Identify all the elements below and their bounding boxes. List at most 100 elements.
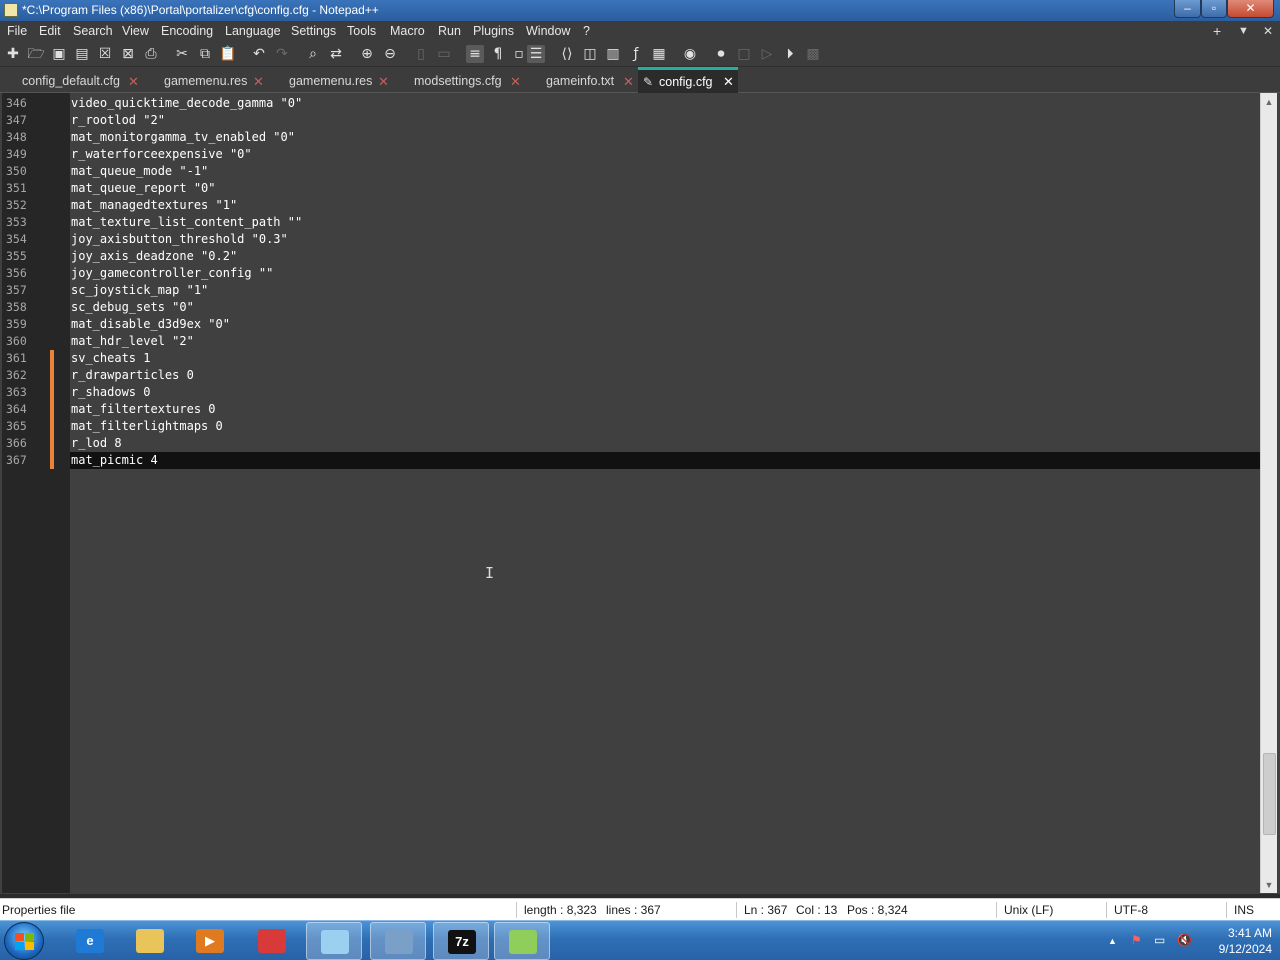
zoom-in-icon[interactable]: ⊕: [358, 45, 376, 63]
line-text[interactable]: mat_picmic 4: [71, 452, 158, 469]
menu-tools[interactable]: Tools: [347, 24, 376, 38]
code-line[interactable]: 364 mat_filtertextures 0: [0, 401, 1258, 418]
code-line[interactable]: 348 mat_monitorgamma_tv_enabled "0": [0, 129, 1258, 146]
menu-language[interactable]: Language: [225, 24, 281, 38]
line-text[interactable]: mat_managedtextures "1": [71, 197, 237, 214]
menu-search[interactable]: Search: [73, 24, 113, 38]
taskbar-notepadpp-app[interactable]: [494, 922, 550, 960]
line-text[interactable]: mat_queue_report "0": [71, 180, 216, 197]
code-line[interactable]: 354 joy_axisbutton_threshold "0.3": [0, 231, 1258, 248]
line-text[interactable]: r_drawparticles 0: [71, 367, 194, 384]
tab-config-cfg[interactable]: ✎ config.cfg ✕: [638, 67, 738, 93]
monitoring-icon[interactable]: ◉: [681, 45, 699, 63]
network-icon[interactable]: ▭: [1154, 933, 1165, 947]
menu-help[interactable]: ?: [583, 24, 590, 38]
menu-file[interactable]: File: [7, 24, 27, 38]
code-line[interactable]: 367 mat_picmic 4: [0, 452, 1260, 469]
taskbar-mail-app[interactable]: [244, 922, 300, 960]
line-text[interactable]: joy_axis_deadzone "0.2": [71, 248, 237, 265]
paste-icon[interactable]: 📋: [219, 45, 237, 63]
indent-guide-icon[interactable]: ▫: [510, 45, 528, 63]
tab-gameinfo-txt[interactable]: gameinfo.txt ✕: [532, 70, 637, 93]
close-icon[interactable]: ☒: [96, 45, 114, 63]
word-wrap-icon[interactable]: ≡: [466, 45, 484, 63]
code-line[interactable]: 359 mat_disable_d3d9ex "0": [0, 316, 1258, 333]
code-line[interactable]: 365 mat_filterlightmaps 0: [0, 418, 1258, 435]
close-all-icon[interactable]: ⊠: [119, 45, 137, 63]
function-list-icon[interactable]: ☰: [527, 45, 545, 63]
action-center-icon[interactable]: ⚑: [1131, 933, 1142, 947]
menu-view[interactable]: View: [122, 24, 149, 38]
start-button[interactable]: [4, 922, 44, 960]
menu-edit[interactable]: Edit: [39, 24, 61, 38]
tab-gamemenu-res[interactable]: gamemenu.res ✕: [150, 70, 268, 93]
playback-macro-icon[interactable]: ▷: [758, 45, 776, 63]
line-text[interactable]: mat_filtertextures 0: [71, 401, 216, 418]
tab-list-button[interactable]: ▼: [1238, 25, 1249, 37]
status-eol[interactable]: Unix (LF): [1004, 903, 1053, 917]
tab-close-icon[interactable]: ✕: [128, 70, 139, 93]
line-text[interactable]: mat_filterlightmaps 0: [71, 418, 223, 435]
code-line[interactable]: 361 sv_cheats 1: [0, 350, 1258, 367]
copy-icon[interactable]: ⧉: [196, 45, 214, 63]
cut-icon[interactable]: ✂: [173, 45, 191, 63]
xml-tag-icon[interactable]: ⟨⟩: [558, 45, 576, 63]
run-macro-multiple-icon[interactable]: ⏵: [781, 45, 799, 63]
code-line[interactable]: 346 video_quicktime_decode_gamma "0": [0, 95, 1258, 112]
show-all-characters-icon[interactable]: ¶: [489, 45, 507, 63]
line-text[interactable]: mat_monitorgamma_tv_enabled "0": [71, 129, 295, 146]
new-tab-button[interactable]: +: [1213, 23, 1221, 39]
volume-muted-icon[interactable]: 🔇: [1177, 933, 1192, 947]
folder-workspace-icon[interactable]: ▦: [650, 45, 668, 63]
vertical-scrollbar[interactable]: ▲ ▼: [1260, 93, 1277, 893]
line-text[interactable]: sc_debug_sets "0": [71, 299, 194, 316]
status-encoding[interactable]: UTF-8: [1114, 903, 1148, 917]
menu-settings[interactable]: Settings: [291, 24, 336, 38]
line-text[interactable]: video_quicktime_decode_gamma "0": [71, 95, 302, 112]
save-icon[interactable]: ▣: [50, 45, 68, 63]
tab-modsettings-cfg[interactable]: modsettings.cfg ✕: [400, 70, 524, 93]
tab-config-default-cfg[interactable]: config_default.cfg ✕: [10, 70, 143, 93]
sync-horizontal-icon[interactable]: ▭: [435, 45, 453, 63]
code-line[interactable]: 347 r_rootlod "2": [0, 112, 1258, 129]
code-line[interactable]: 349 r_waterforceexpensive "0": [0, 146, 1258, 163]
tab-close-icon[interactable]: ✕: [378, 70, 389, 93]
replace-icon[interactable]: ⇄: [327, 45, 345, 63]
line-text[interactable]: r_waterforceexpensive "0": [71, 146, 252, 163]
line-text[interactable]: r_shadows 0: [71, 384, 150, 401]
line-text[interactable]: sv_cheats 1: [71, 350, 150, 367]
code-line[interactable]: 356 joy_gamecontroller_config "": [0, 265, 1258, 282]
find-icon[interactable]: ⌕: [304, 45, 322, 63]
code-line[interactable]: 363 r_shadows 0: [0, 384, 1258, 401]
redo-icon[interactable]: ↷: [273, 45, 291, 63]
document-list-icon[interactable]: ▥: [604, 45, 622, 63]
document-map-icon[interactable]: ◫: [581, 45, 599, 63]
code-line[interactable]: 355 joy_axis_deadzone "0.2": [0, 248, 1258, 265]
line-text[interactable]: mat_hdr_level "2": [71, 333, 194, 350]
minimize-button[interactable]: –: [1174, 0, 1201, 18]
save-all-icon[interactable]: ▤: [73, 45, 91, 63]
code-line[interactable]: 350 mat_queue_mode "-1": [0, 163, 1258, 180]
record-macro-icon[interactable]: ⏺: [712, 45, 730, 63]
editor-area[interactable]: 346 video_quicktime_decode_gamma "0" 347 r_…: [0, 93, 1280, 894]
tray-expand-icon[interactable]: ▲: [1108, 936, 1117, 946]
menu-encoding[interactable]: Encoding: [161, 24, 213, 38]
zoom-out-icon[interactable]: ⊖: [381, 45, 399, 63]
close-document-button[interactable]: ✕: [1263, 24, 1273, 38]
code-line[interactable]: 357 sc_joystick_map "1": [0, 282, 1258, 299]
code-line[interactable]: 352 mat_managedtextures "1": [0, 197, 1258, 214]
status-insert-mode[interactable]: INS: [1234, 903, 1254, 917]
tab-close-icon[interactable]: ✕: [623, 70, 634, 93]
taskbar-computer-app[interactable]: [370, 922, 426, 960]
scroll-down-arrow-icon[interactable]: ▼: [1264, 880, 1274, 890]
menu-macro[interactable]: Macro: [390, 24, 425, 38]
code-line[interactable]: 351 mat_queue_report "0": [0, 180, 1258, 197]
sync-vertical-icon[interactable]: ▯: [412, 45, 430, 63]
line-text[interactable]: mat_queue_mode "-1": [71, 163, 208, 180]
scrollbar-thumb[interactable]: [1263, 753, 1276, 835]
line-text[interactable]: r_lod 8: [71, 435, 122, 452]
taskbar-notepad-app[interactable]: [306, 922, 362, 960]
line-text[interactable]: joy_gamecontroller_config "": [71, 265, 273, 282]
menu-window[interactable]: Window: [526, 24, 570, 38]
tab-close-icon[interactable]: ✕: [510, 70, 521, 93]
